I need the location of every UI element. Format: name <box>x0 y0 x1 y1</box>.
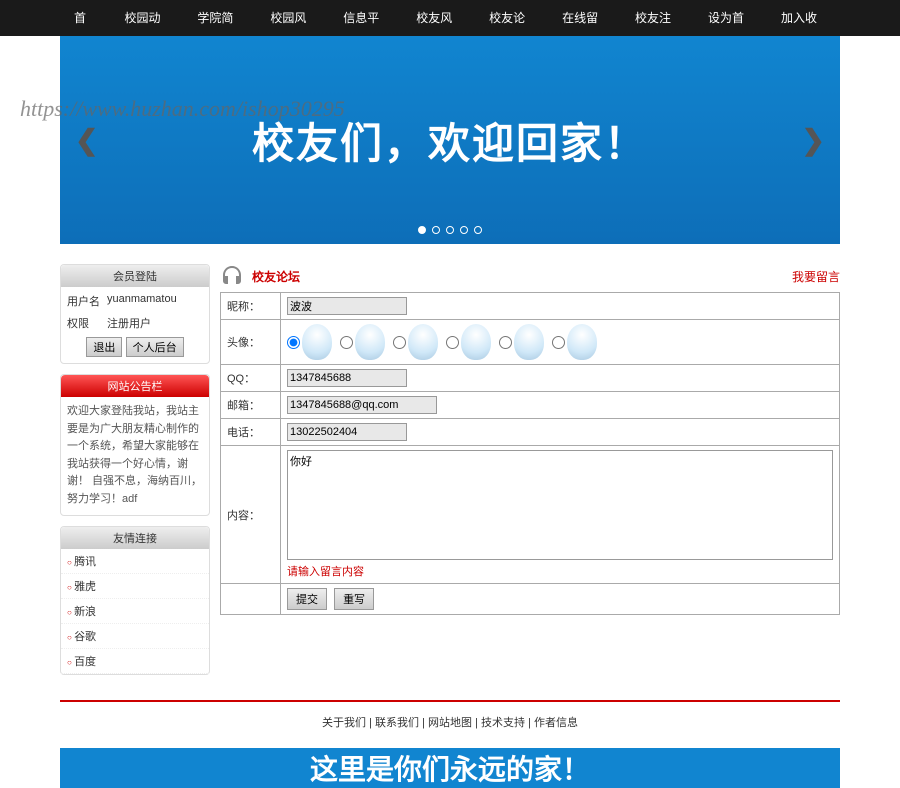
avatar-radio-4[interactable] <box>446 336 459 349</box>
notice-panel: 网站公告栏 欢迎大家登陆我站，我站主要是为广大朋友精心制作的一个系统，希望大家能… <box>60 374 210 516</box>
reset-button[interactable]: 重写 <box>334 588 374 610</box>
main-content: 校友论坛 我要留言 昵称： 头像： <box>220 264 840 685</box>
footer-support[interactable]: 技术支持 <box>481 717 525 729</box>
friend-link[interactable]: 谷歌 <box>61 624 209 649</box>
notice-panel-title: 网站公告栏 <box>61 375 209 397</box>
footer-contact[interactable]: 联系我们 <box>375 717 419 729</box>
friend-link[interactable]: 腾讯 <box>61 549 209 574</box>
qq-input[interactable] <box>287 369 407 387</box>
nav-sethome[interactable]: 设为首页 <box>694 0 767 36</box>
avatar-radio-2[interactable] <box>340 336 353 349</box>
nav-message[interactable]: 在线留言 <box>548 0 621 36</box>
nav-info[interactable]: 信息平台 <box>329 0 402 36</box>
nav-register[interactable]: 校友注册 <box>621 0 694 36</box>
carousel-dot[interactable] <box>460 226 468 234</box>
username-label: 用户名 <box>67 293 107 309</box>
top-nav: 首页 校园动态 学院简介 校园风景 信息平台 校友风采 校友论坛 在线留言 校友… <box>0 0 900 36</box>
login-panel: 会员登陆 用户名 yuanmamatou 权限 注册用户 退出 个人后台 <box>60 264 210 364</box>
nav-news[interactable]: 校园动态 <box>110 0 183 36</box>
footer-about[interactable]: 关于我们 <box>322 717 366 729</box>
nav-favorite[interactable]: 加入收藏 <box>767 0 840 36</box>
message-form: 昵称： 头像： QQ： <box>220 292 840 615</box>
nickname-label: 昵称： <box>221 293 281 320</box>
error-message: 请输入留言内容 <box>287 563 833 579</box>
nav-home[interactable]: 首页 <box>60 0 110 36</box>
avatar-radio-3[interactable] <box>393 336 406 349</box>
headset-icon <box>220 264 244 288</box>
forum-title: 校友论坛 <box>252 268 300 285</box>
avatar-icon <box>355 324 385 360</box>
submit-button[interactable]: 提交 <box>287 588 327 610</box>
hero-banner: https://www.huzhan.com/ishop30295 ❮ 校友们，… <box>60 36 840 244</box>
carousel-next-icon[interactable]: ❯ <box>802 124 825 157</box>
profile-button[interactable]: 个人后台 <box>126 337 184 357</box>
phone-label: 电话： <box>221 419 281 446</box>
nav-intro[interactable]: 学院简介 <box>183 0 256 36</box>
carousel-dot[interactable] <box>432 226 440 234</box>
footer-author[interactable]: 作者信息 <box>534 717 578 729</box>
email-input[interactable] <box>287 396 437 414</box>
footer-sitemap[interactable]: 网站地图 <box>428 717 472 729</box>
friend-link[interactable]: 百度 <box>61 649 209 674</box>
content-textarea[interactable]: 你好 <box>287 450 833 560</box>
nickname-input[interactable] <box>287 297 407 315</box>
divider <box>60 700 840 702</box>
nav-right: 设为首页 加入收藏 <box>694 0 840 36</box>
login-panel-title: 会员登陆 <box>61 265 209 287</box>
logout-button[interactable]: 退出 <box>86 337 122 357</box>
email-label: 邮箱： <box>221 392 281 419</box>
avatar-radio-5[interactable] <box>499 336 512 349</box>
footer: 关于我们 | 联系我们 | 网站地图 | 技术支持 | 作者信息 <box>0 706 900 738</box>
links-panel: 友情连接 腾讯 雅虎 新浪 谷歌 百度 <box>60 526 210 675</box>
notice-content: 欢迎大家登陆我站，我站主要是为广大朋友精心制作的一个系统，希望大家能够在我站获得… <box>67 403 203 509</box>
nav-scenery[interactable]: 校园风景 <box>256 0 329 36</box>
carousel-dot[interactable] <box>446 226 454 234</box>
content-label: 内容： <box>221 446 281 584</box>
carousel-dots <box>418 226 482 234</box>
carousel-dot[interactable] <box>418 226 426 234</box>
avatar-icon <box>514 324 544 360</box>
avatar-icon <box>408 324 438 360</box>
links-panel-title: 友情连接 <box>61 527 209 549</box>
nav-left: 首页 校园动态 学院简介 校园风景 信息平台 校友风采 校友论坛 在线留言 校友… <box>60 0 694 36</box>
friend-link[interactable]: 雅虎 <box>61 574 209 599</box>
avatar-icon <box>567 324 597 360</box>
username-value: yuanmamatou <box>107 293 177 309</box>
qq-label: QQ： <box>221 365 281 392</box>
carousel-prev-icon[interactable]: ❮ <box>75 124 98 157</box>
nav-alumni[interactable]: 校友风采 <box>402 0 475 36</box>
friend-link[interactable]: 新浪 <box>61 599 209 624</box>
avatar-icon <box>302 324 332 360</box>
sidebar: 会员登陆 用户名 yuanmamatou 权限 注册用户 退出 个人后台 网站公… <box>60 264 210 685</box>
avatar-label: 头像： <box>221 320 281 365</box>
phone-input[interactable] <box>287 423 407 441</box>
role-label: 权限 <box>67 315 107 331</box>
watermark-text: https://www.huzhan.com/ishop30295 <box>20 96 345 122</box>
avatar-icon <box>461 324 491 360</box>
bottom-banner: 这里是你们永远的家！ <box>60 748 840 788</box>
nav-forum[interactable]: 校友论坛 <box>475 0 548 36</box>
avatar-radio-6[interactable] <box>552 336 565 349</box>
carousel-dot[interactable] <box>474 226 482 234</box>
role-value: 注册用户 <box>107 315 151 331</box>
post-message-link[interactable]: 我要留言 <box>792 268 840 285</box>
avatar-radio-1[interactable] <box>287 336 300 349</box>
